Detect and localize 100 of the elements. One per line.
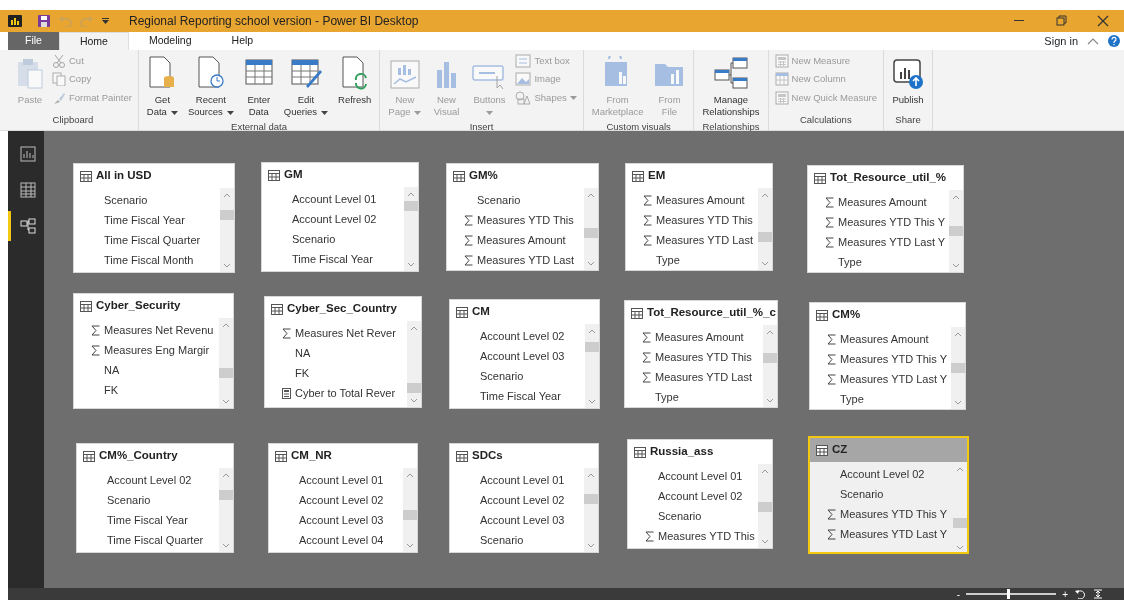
ribbon-button[interactable]: Manage Relationships [698,52,764,120]
field-name[interactable]: Measures YTD This [655,348,752,366]
table-card[interactable]: Tot_Resource_util_% Measures Amount Measures YTD This Y Measures YTD Last Y Type [807,165,964,273]
table-card[interactable]: Cyber_Sec_Country Measures Net Rever NA FK Cyber to Total Rever [264,296,422,408]
field-name[interactable]: Account Level 03 [480,511,565,529]
field-name[interactable]: Scenario [104,191,148,209]
scrollbar[interactable] [404,187,418,271]
app-logo-icon[interactable] [8,15,22,27]
table-card[interactable]: GM Account Level 01 Account Level 02 Scenario Time Fiscal Year [261,162,419,272]
field-name[interactable]: Account Level 03 [480,347,565,365]
field-name[interactable]: Account Level 02 [107,471,192,489]
table-card[interactable]: CM Account Level 02 Account Level 03 Scenario Time Fiscal Year [449,299,600,409]
field-name[interactable]: NA [104,361,120,379]
scrollbar[interactable] [403,468,417,552]
help-icon[interactable] [1108,35,1120,47]
field-name[interactable]: Measures YTD Last Y [840,370,948,388]
dropdown-caret-icon[interactable] [170,109,178,115]
ribbon-button[interactable]: Recent Sources [183,52,238,120]
field-name[interactable]: Time Fiscal Year [292,250,373,268]
field-name[interactable]: Measures Net Rever [295,324,396,342]
field-name[interactable]: Account Level 02 [299,491,384,509]
slider-thumb[interactable] [1006,589,1010,599]
field-name[interactable]: NA [295,344,311,362]
fit-to-screen-icon[interactable] [1092,589,1104,599]
field-name[interactable]: Measures YTD This Y [838,213,945,231]
field-name[interactable]: Scenario [840,485,884,503]
table-card[interactable]: Russia_ass Account Level 01 Account Level 02 Scenario Measures YTD This [627,439,773,549]
table-card[interactable]: CM_NR Account Level 01 Account Level 02 Account Level 03 Account Level 04 [268,443,418,553]
ribbon-tab[interactable]: Home [58,32,129,50]
field-name[interactable]: Scenario [658,507,702,525]
field-name[interactable]: Account Level 01 [658,467,743,485]
ribbon-button[interactable]: Edit Queries [279,52,333,120]
field-name[interactable]: Time Fiscal Year [480,387,561,405]
save-icon[interactable] [38,15,50,27]
table-card[interactable]: Tot_Resource_util_%_c Measures Amount Measures YTD This Measures YTD Last Type [624,300,778,408]
field-name[interactable]: Type [656,251,680,269]
scrollbar[interactable] [584,188,598,270]
field-name[interactable]: Measures YTD This Y [840,505,947,523]
ribbon-button[interactable]: Enter Data [239,52,278,120]
scrollbar[interactable] [758,464,772,548]
scrollbar[interactable] [219,318,233,408]
field-name[interactable]: Scenario [107,491,151,509]
field-name[interactable]: Measures Amount [477,231,566,249]
field-name[interactable]: Account Level 04 [299,531,384,549]
ribbon-button[interactable]: Publish [888,52,929,113]
field-name[interactable]: Measures YTD Last [656,231,753,249]
field-name[interactable]: FK [104,381,119,399]
field-name[interactable]: Time Fiscal Year [107,511,188,529]
field-name[interactable]: Measures Net Revenu [104,321,214,339]
field-name[interactable]: Measures YTD This [477,211,574,229]
field-name[interactable]: Measures YTD This [656,211,753,229]
table-card[interactable]: All in USD Scenario Time Fiscal Year Time Fiscal Quarter Time Fiscal Month [73,163,235,273]
field-name[interactable]: Time Fiscal Month [104,251,194,269]
table-card[interactable]: SDCs Account Level 01 Account Level 02 Account Level 03 Scenario [449,443,599,553]
field-name[interactable]: Measures Amount [840,330,929,348]
zoom-in-button[interactable]: + [1062,586,1068,600]
field-name[interactable]: FK [295,364,310,382]
table-card[interactable]: CM% Measures Amount Measures YTD This Y Measures YTD Last Y Type [809,302,966,410]
field-name[interactable]: Account Level 01 [480,471,565,489]
field-name[interactable]: Measures Eng Margir [104,341,210,359]
field-name[interactable]: Time Fiscal Quarter [107,531,204,549]
table-card[interactable]: GM% Scenario Measures YTD This Measures Amount Measures YTD Last [446,163,599,271]
field-name[interactable]: Measures YTD This Y [840,350,947,368]
field-name[interactable]: Scenario [480,367,524,385]
sign-in-link[interactable]: Sign in [1044,32,1078,50]
field-name[interactable]: Measures YTD Last [477,251,574,269]
field-name[interactable]: Time Fiscal Quarter [104,231,201,249]
file-menu-button[interactable]: File [8,32,59,50]
field-name[interactable]: Measures YTD This [658,527,755,545]
field-name[interactable]: Measures YTD Last Y [840,525,948,543]
field-name[interactable]: Account Level 02 [480,327,565,345]
field-name[interactable]: Account Level 01 [292,190,377,208]
field-name[interactable]: Account Level 02 [292,210,377,228]
scrollbar[interactable] [951,327,965,409]
ribbon-button[interactable]: Get Data [142,52,182,120]
field-name[interactable]: Account Level 02 [658,487,743,505]
table-card[interactable]: CZ Account Level 02 Scenario Measures YTD This Y Measures YTD Last Y [808,436,969,554]
table-card[interactable]: CM%_Country Account Level 02 Scenario Time Fiscal Year Time Fiscal Quarter [76,443,234,553]
field-name[interactable]: Account Level 02 [480,491,565,509]
scrollbar[interactable] [758,188,772,270]
field-name[interactable]: Measures YTD Last [655,368,752,386]
field-name[interactable]: Scenario [480,531,524,549]
field-name[interactable]: Type [655,388,679,406]
dropdown-caret-icon[interactable] [102,18,109,24]
table-card[interactable]: Cyber_Security Measures Net Revenu Measures Eng Margir NA FK [73,293,234,409]
field-name[interactable]: Measures YTD Last Y [838,233,946,251]
scrollbar[interactable] [584,468,598,552]
field-name[interactable]: Measures Amount [838,193,927,211]
collapse-ribbon-icon[interactable] [1086,36,1100,46]
scrollbar[interactable] [219,468,233,552]
field-name[interactable]: Type [838,253,862,271]
field-name[interactable]: Account Level 03 [299,511,384,529]
dropdown-caret-icon[interactable] [321,109,329,115]
scrollbar[interactable] [763,325,777,407]
field-name[interactable]: Account Level 01 [299,471,384,489]
table-card[interactable]: EM Measures Amount Measures YTD This Measures YTD Last Type [625,163,773,271]
field-name[interactable]: Cyber to Total Rever [295,384,396,402]
field-name[interactable]: Type [840,390,864,408]
zoom-out-button[interactable]: - [956,586,961,600]
reset-icon[interactable] [1074,589,1086,599]
